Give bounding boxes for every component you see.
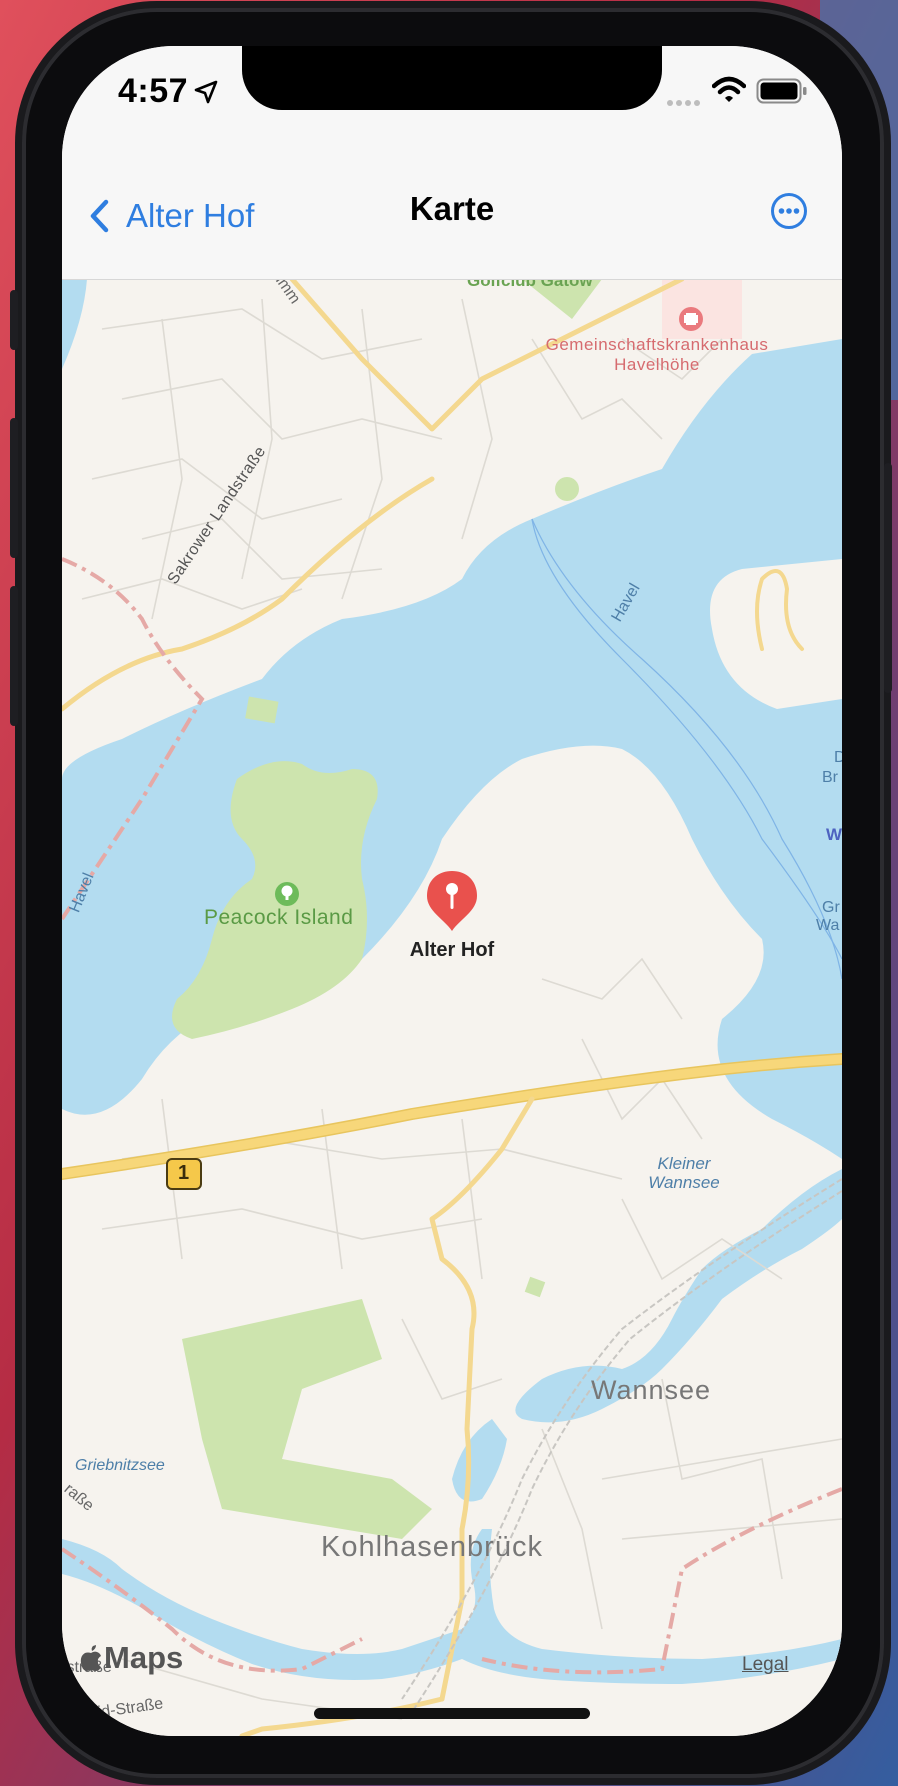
notch	[242, 46, 662, 110]
tree-icon	[275, 882, 299, 906]
power-button	[884, 463, 892, 693]
map-label-edge-br: Br	[822, 769, 838, 786]
wifi-icon	[712, 76, 746, 102]
page-title: Karte	[409, 190, 495, 227]
silent-switch	[10, 290, 18, 350]
map-label-griebnitzsee: Griebnitzsee	[75, 1457, 165, 1474]
road-shield-label: 1	[178, 1162, 190, 1184]
map-view[interactable]: Golfclub Gatow Gemeinschaftskrankenhaus …	[62, 268, 842, 1736]
hospital-area	[662, 279, 742, 339]
map-label-wannsee: Wannsee	[591, 1375, 712, 1405]
location-arrow-icon	[194, 80, 218, 104]
map-pin-icon[interactable]	[424, 869, 480, 933]
map-label-hospital: Gemeinschaftskrankenhaus Havelhöhe	[545, 335, 769, 374]
map-pin-label: Alter Hof	[409, 939, 495, 961]
battery-icon	[756, 78, 807, 104]
status-time: 4:57	[118, 72, 189, 110]
home-indicator[interactable]	[314, 1708, 590, 1719]
map-canvas[interactable]	[62, 279, 842, 1736]
map-label-edge-gr: Gr	[822, 899, 840, 916]
map-label-edge-d: D	[834, 749, 842, 766]
map-label-peacock-island: Peacock Island	[204, 906, 354, 929]
cellular-signal-icon	[667, 100, 700, 106]
maps-logo-text: Maps	[104, 1640, 184, 1675]
map-label-kleiner-wannsee: Kleiner Wannsee	[648, 1154, 720, 1192]
map-label-edge-w: W	[826, 825, 842, 844]
hospital-cross-icon	[679, 307, 703, 331]
navigation-bar: Alter Hof Karte	[62, 156, 842, 280]
apple-maps-logo[interactable]: Maps	[80, 1640, 183, 1676]
map-label-kohlhasenbrueck: Kohlhasenbrück	[321, 1531, 543, 1563]
ellipsis-circle-icon[interactable]	[770, 192, 808, 230]
apple-logo-icon	[80, 1645, 101, 1671]
volume-up-button	[10, 418, 18, 558]
legal-link[interactable]: Legal	[742, 1654, 789, 1676]
phone-screen: 4:57 Alter Hof Karte Golfclub Gatow Geme…	[62, 46, 842, 1736]
map-label-edge-wa: Wa	[816, 917, 840, 934]
volume-down-button	[10, 586, 18, 726]
